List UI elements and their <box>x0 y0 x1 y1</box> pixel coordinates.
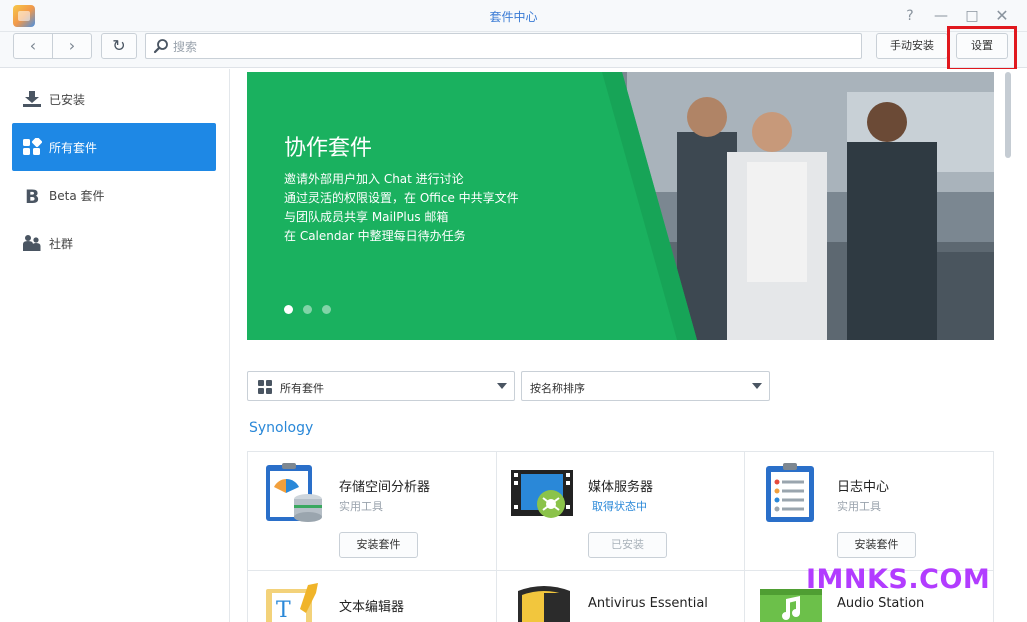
chevron-down-icon <box>752 383 762 389</box>
back-button[interactable]: ‹ <box>14 34 52 58</box>
search-box[interactable] <box>145 33 862 59</box>
grid-divider <box>744 451 745 622</box>
chevron-down-icon <box>497 383 507 389</box>
community-icon <box>23 235 41 251</box>
storage-analyzer-icon <box>266 463 322 522</box>
package-category: 实用工具 <box>339 500 383 513</box>
toolbar: ‹ › ↻ 手动安装 设置 <box>0 32 1027 68</box>
settings-highlight-box <box>947 26 1017 71</box>
text-editor-icon: T <box>266 583 318 622</box>
category-select-value: 所有套件 <box>280 382 324 395</box>
sidebar-item-label: 已安装 <box>49 93 86 107</box>
svg-text:T: T <box>276 598 291 622</box>
sort-select-value: 按名称排序 <box>530 382 585 395</box>
package-name: Antivirus Essential <box>588 596 708 611</box>
section-title: Synology <box>249 420 314 436</box>
sidebar-item-installed[interactable]: 已安装 <box>12 75 216 123</box>
sidebar-item-label: 所有套件 <box>49 141 98 155</box>
grid-divider <box>496 451 497 622</box>
promo-banner[interactable] <box>247 72 994 340</box>
log-center-icon <box>766 463 814 522</box>
antivirus-icon <box>518 586 570 622</box>
sidebar-item-beta[interactable]: B Beta 套件 <box>12 171 216 219</box>
banner-line: 在 Calendar 中整理每日待办任务 <box>284 229 466 243</box>
banner-line: 与团队成员共享 MailPlus 邮箱 <box>284 210 449 224</box>
scrollbar[interactable] <box>1005 72 1011 158</box>
banner-line: 邀请外部用户加入 Chat 进行讨论 <box>284 172 464 186</box>
carousel-dot-active[interactable] <box>284 305 293 314</box>
search-input[interactable] <box>173 38 853 56</box>
category-select[interactable]: 所有套件 <box>247 371 515 401</box>
download-icon <box>23 91 41 107</box>
refresh-button[interactable]: ↻ <box>101 33 137 59</box>
package-name: Audio Station <box>837 596 925 611</box>
search-icon <box>153 39 168 54</box>
minimize-icon[interactable]: — <box>931 6 951 26</box>
package-category: 实用工具 <box>837 500 881 513</box>
help-icon[interactable]: ? <box>900 6 920 26</box>
svg-text:B: B <box>25 186 39 204</box>
grid-icon <box>258 380 272 394</box>
sidebar-item-label: Beta 套件 <box>49 189 105 203</box>
banner-title: 协作套件 <box>284 136 373 161</box>
package-name: 文本编辑器 <box>339 600 405 615</box>
beta-icon: B <box>25 186 39 204</box>
maximize-icon[interactable]: □ <box>962 6 982 26</box>
sort-select[interactable]: 按名称排序 <box>521 371 770 401</box>
package-status: 取得状态中 <box>592 500 647 513</box>
window-title: 套件中心 <box>489 10 538 24</box>
title-bar: 套件中心 ? — □ ✕ <box>0 0 1027 32</box>
installed-button[interactable]: 已安装 <box>588 532 667 558</box>
install-package-button[interactable]: 安装套件 <box>837 532 916 558</box>
media-server-icon <box>511 470 573 518</box>
manual-install-button[interactable]: 手动安装 <box>876 33 948 59</box>
close-icon[interactable]: ✕ <box>992 6 1012 26</box>
forward-button[interactable]: › <box>52 34 91 58</box>
package-name: 媒体服务器 <box>588 480 654 495</box>
banner-green-panel <box>247 72 697 340</box>
package-name: 存储空间分析器 <box>339 480 431 495</box>
sidebar-item-label: 社群 <box>49 237 74 251</box>
package-name: 日志中心 <box>837 480 890 495</box>
sidebar-item-community[interactable]: 社群 <box>12 219 216 267</box>
watermark-text: IMNKS.COM <box>806 564 991 595</box>
grid-icon <box>23 138 42 155</box>
banner-line: 通过灵活的权限设置，在 Office 中共享文件 <box>284 191 519 205</box>
nav-button-group: ‹ › <box>13 33 92 59</box>
sidebar-item-all-packages[interactable]: 所有套件 <box>12 123 216 171</box>
carousel-dot[interactable] <box>322 305 331 314</box>
carousel-dot[interactable] <box>303 305 312 314</box>
sidebar: 已安装 所有套件 B Beta 套件 社群 <box>0 69 230 622</box>
install-package-button[interactable]: 安装套件 <box>339 532 418 558</box>
